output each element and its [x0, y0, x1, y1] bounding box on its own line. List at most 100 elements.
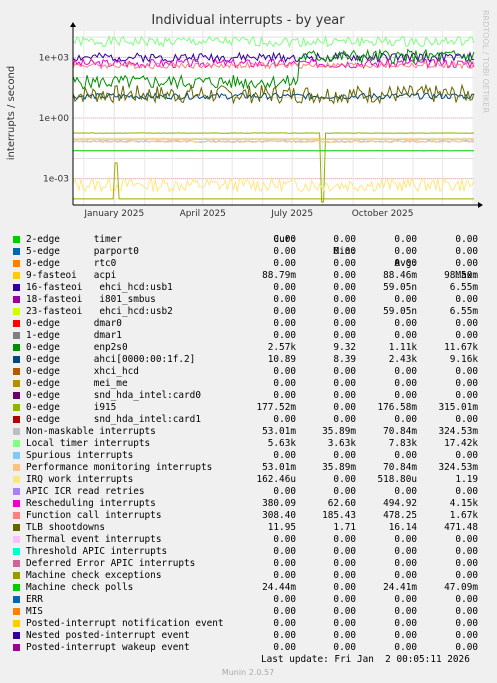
legend-value-max: 0.00 — [455, 486, 478, 497]
legend-label: 0-edge ahci[0000:00:1f.2] — [26, 354, 196, 365]
legend-value-max: 0.00 — [455, 642, 478, 653]
legend-label: 0-edge snd_hda_intel:card1 — [26, 414, 201, 425]
legend-row: TLB shootdowns 11.95 1.71 16.14 471.48 — [12, 522, 488, 534]
legend-label: 5-edge parport0 — [26, 246, 139, 257]
legend-value-avg: 70.84m — [383, 462, 417, 473]
munin-version: Munin 2.0.57 — [222, 668, 274, 677]
legend-value-min: 0.00 — [333, 366, 356, 377]
legend-value-avg: 0.00 — [394, 642, 417, 653]
legend-swatch — [13, 428, 20, 435]
legend-value-avg: 0.00 — [394, 594, 417, 605]
legend-swatch — [13, 644, 20, 651]
legend-row: Thermal event interrupts 0.00 0.00 0.00 0.00 — [12, 534, 488, 546]
legend-value-max: 0.00 — [455, 606, 478, 617]
legend-row: 0-edge ahci[0000:00:1f.2] 10.89 8.39 2.43k 9… — [12, 354, 488, 366]
legend-value-avg: 0.00 — [394, 618, 417, 629]
x-tick-label: October 2025 — [352, 209, 414, 219]
legend-value-avg: 518.80u — [377, 474, 417, 485]
legend-label: Local timer interrupts — [26, 438, 151, 449]
legend-row: ERR 0.00 0.00 0.00 0.00 — [12, 594, 488, 606]
legend-row: 8-edge rtc0 0.00 0.00 0.00 0.00 — [12, 258, 488, 270]
legend-value-min: 0.00 — [333, 474, 356, 485]
legend-value-max: 17.42k — [444, 438, 478, 449]
legend-value-min: 0.00 — [333, 294, 356, 305]
legend-value-avg: 0.00 — [394, 318, 417, 329]
legend-value-max: 98.50m — [444, 270, 478, 281]
legend-row: Rescheduling interrupts 380.09 62.60 494.92… — [12, 498, 488, 510]
legend-value-cur: 24.44m — [262, 582, 296, 593]
legend-table: Cur: Min: Avg: Max: 2-edge timer 0.00 0.00… — [12, 222, 488, 654]
legend-value-min: 0.00 — [333, 630, 356, 641]
legend-row: Deferred Error APIC interrupts 0.00 0.00 0.… — [12, 558, 488, 570]
legend-swatch — [13, 284, 20, 291]
legend-row: 2-edge timer 0.00 0.00 0.00 0.00 — [12, 234, 488, 246]
legend-value-max: 471.48 — [444, 522, 478, 533]
legend-row: 23-fasteoi ehci_hcd:usb2 0.00 0.00 59.05n 6.… — [12, 306, 488, 318]
legend-value-min: 0.00 — [333, 618, 356, 629]
legend-row: APIC ICR read retries 0.00 0.00 0.00 0.00 — [12, 486, 488, 498]
legend-row: 9-fasteoi acpi 88.79m 0.00 88.46m 98.50m — [12, 270, 488, 282]
legend-value-avg: 0.00 — [394, 558, 417, 569]
legend-row: 0-edge i915 177.52m 0.00 176.58m 315.01m — [12, 402, 488, 414]
legend-swatch — [13, 584, 20, 591]
y-tick-label: 1e+00 — [39, 114, 70, 124]
legend-value-min: 0.00 — [333, 378, 356, 389]
legend-value-avg: 59.05n — [383, 306, 417, 317]
legend-swatch — [13, 452, 20, 459]
y-axis-arrow — [70, 22, 76, 27]
legend-label: Function call interrupts — [26, 510, 162, 521]
legend-value-max: 1.67k — [449, 510, 478, 521]
legend-row: Non-maskable interrupts 53.01m 35.89m 70.84… — [12, 426, 488, 438]
legend-row: 0-edge mei_me 0.00 0.00 0.00 0.00 — [12, 378, 488, 390]
legend-value-avg: 0.00 — [394, 366, 417, 377]
legend-value-cur: 0.00 — [273, 330, 296, 341]
legend-value-avg: 0.00 — [394, 294, 417, 305]
legend-swatch — [13, 500, 20, 507]
legend-value-cur: 0.00 — [273, 450, 296, 461]
legend-swatch — [13, 548, 20, 555]
legend-row: IRQ work interrupts 162.46u 0.00 518.80u 1.1… — [12, 474, 488, 486]
legend-label: 2-edge timer — [26, 234, 122, 245]
legend-value-avg: 59.05n — [383, 282, 417, 293]
x-tick-label: April 2025 — [180, 209, 226, 219]
legend-label: 0-edge enp2s0 — [26, 342, 128, 353]
legend-label: Non-maskable interrupts — [26, 426, 156, 437]
legend-value-cur: 53.01m — [262, 426, 296, 437]
legend-value-cur: 88.79m — [262, 270, 296, 281]
legend-value-avg: 0.00 — [394, 246, 417, 257]
legend-row: MIS 0.00 0.00 0.00 0.00 — [12, 606, 488, 618]
legend-value-cur: 0.00 — [273, 618, 296, 629]
legend-value-avg: 0.00 — [394, 258, 417, 269]
legend-row: 0-edge xhci_hcd 0.00 0.00 0.00 0.00 — [12, 366, 488, 378]
x-tick-label: January 2025 — [83, 209, 144, 219]
legend-value-max: 324.53m — [438, 426, 478, 437]
legend-value-min: 0.00 — [333, 390, 356, 401]
legend-value-max: 0.00 — [455, 546, 478, 557]
legend-value-max: 0.00 — [455, 258, 478, 269]
legend-value-min: 0.00 — [333, 306, 356, 317]
legend-value-cur: 0.00 — [273, 594, 296, 605]
legend-row: Machine check polls 24.44m 0.00 24.41m 47.09… — [12, 582, 488, 594]
legend-value-min: 0.00 — [333, 246, 356, 257]
legend-value-cur: 5.63k — [267, 438, 296, 449]
rrdtool-credit: RRDTOOL / TOBI OETIKER — [481, 10, 490, 113]
legend-value-min: 0.00 — [333, 486, 356, 497]
legend-value-cur: 308.40 — [262, 510, 296, 521]
legend-value-min: 0.00 — [333, 450, 356, 461]
legend-label: Threshold APIC interrupts — [26, 546, 168, 557]
legend-swatch — [13, 596, 20, 603]
legend-value-max: 1.19 — [455, 474, 478, 485]
legend-value-avg: 0.00 — [394, 378, 417, 389]
legend-value-min: 0.00 — [333, 606, 356, 617]
legend-swatch — [13, 320, 20, 327]
legend-value-cur: 0.00 — [273, 294, 296, 305]
legend-label: Performance monitoring interrupts — [26, 462, 213, 473]
legend-value-cur: 0.00 — [273, 558, 296, 569]
legend-value-cur: 0.00 — [273, 306, 296, 317]
legend-value-max: 0.00 — [455, 234, 478, 245]
legend-row: 1-edge dmar1 0.00 0.00 0.00 0.00 — [12, 330, 488, 342]
legend-value-cur: 0.00 — [273, 366, 296, 377]
legend-value-min: 1.71 — [333, 522, 356, 533]
legend-value-cur: 53.01m — [262, 462, 296, 473]
legend-value-min: 0.00 — [333, 234, 356, 245]
